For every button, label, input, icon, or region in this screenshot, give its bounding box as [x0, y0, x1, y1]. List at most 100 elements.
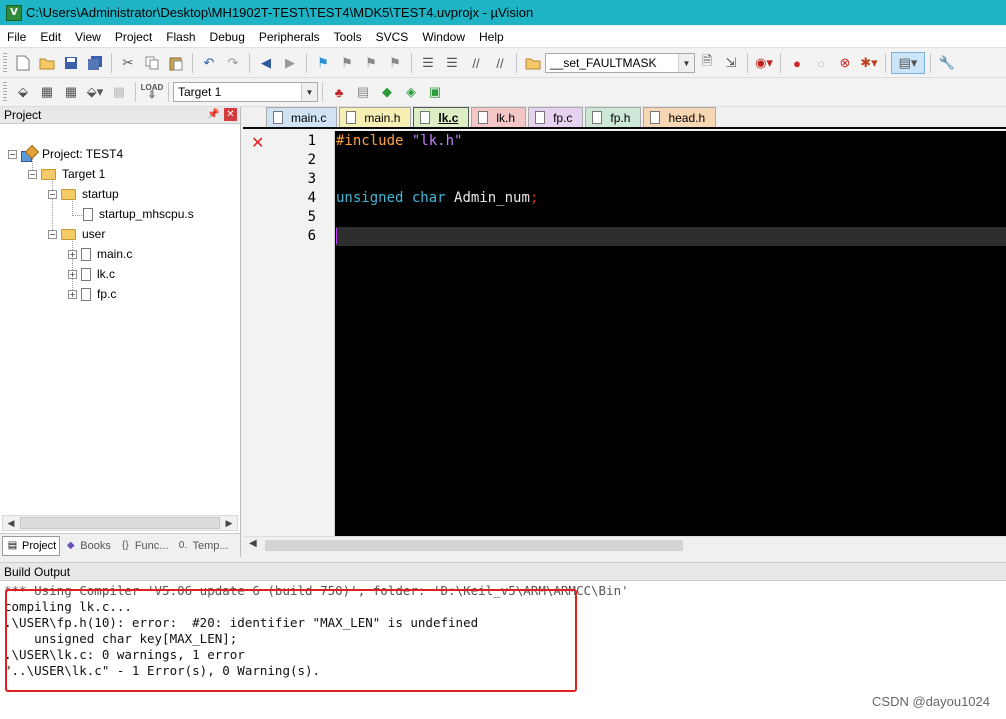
- tree-group-startup[interactable]: − startup: [48, 184, 119, 204]
- chevron-down-icon[interactable]: ▼: [678, 54, 694, 72]
- target-options-icon[interactable]: ♣: [328, 81, 350, 103]
- tab-lk-c[interactable]: lk.c: [413, 107, 470, 127]
- comment-icon[interactable]: //: [465, 52, 487, 74]
- batch-build-icon[interactable]: ⬙▾: [84, 81, 106, 103]
- chevron-down-icon[interactable]: ▼: [301, 83, 317, 101]
- menu-help[interactable]: Help: [472, 26, 511, 48]
- scroll-left-icon[interactable]: ◀: [3, 516, 19, 530]
- indent-icon[interactable]: ☰: [417, 52, 439, 74]
- stop-build-icon[interactable]: ▦: [108, 81, 130, 103]
- menu-peripherals[interactable]: Peripherals: [252, 26, 327, 48]
- kill-breakpoints-icon[interactable]: ✱▾: [858, 52, 880, 74]
- find-combo[interactable]: __set_FAULTMASK ▼: [545, 53, 695, 73]
- prev-bookmark-icon[interactable]: ⚑: [336, 52, 358, 74]
- tree-target[interactable]: − Target 1: [28, 164, 105, 184]
- tab-project[interactable]: ▤ Project: [2, 535, 61, 556]
- copy-icon[interactable]: [141, 52, 163, 74]
- clear-bookmarks-icon[interactable]: ⚑: [384, 52, 406, 74]
- build-output-pane[interactable]: *** Using Compiler 'V5.06 update 6 (buil…: [0, 581, 1006, 719]
- file-extensions-icon[interactable]: ▤: [352, 81, 374, 103]
- tab-books[interactable]: ◆ Books: [60, 536, 115, 556]
- tree-file-main-c[interactable]: + main.c: [68, 244, 132, 264]
- menu-window[interactable]: Window: [415, 26, 472, 48]
- menu-svcs[interactable]: SVCS: [369, 26, 416, 48]
- toolbar-separator: [322, 82, 323, 102]
- open-folder-icon[interactable]: [36, 52, 58, 74]
- scroll-left-icon[interactable]: ◀: [249, 538, 257, 549]
- pack-installer-icon[interactable]: ▣: [424, 81, 446, 103]
- cut-icon[interactable]: ✂: [117, 52, 139, 74]
- incremental-find-icon[interactable]: ⇲: [720, 52, 742, 74]
- scroll-thumb[interactable]: [265, 540, 683, 551]
- menu-flash[interactable]: Flash: [159, 26, 202, 48]
- editor-tabs: main.c main.h lk.c lk.h fp.c fp.h head.h: [243, 107, 1006, 129]
- menu-tools[interactable]: Tools: [327, 26, 369, 48]
- tab-lk-h[interactable]: lk.h: [471, 107, 527, 127]
- expand-toggle[interactable]: +: [68, 269, 77, 279]
- build-icon[interactable]: ▦: [36, 81, 58, 103]
- tab-templates[interactable]: 0. Temp...: [172, 536, 232, 556]
- new-file-icon[interactable]: [12, 52, 34, 74]
- tree-project-root[interactable]: − Project: TEST4: [8, 144, 123, 164]
- tab-functions[interactable]: {} Func...: [115, 536, 173, 556]
- close-icon[interactable]: ✕: [224, 108, 237, 121]
- collapse-toggle[interactable]: −: [8, 149, 17, 159]
- editor-hscrollbar[interactable]: ◀: [243, 536, 1006, 552]
- uncomment-icon[interactable]: //: [489, 52, 511, 74]
- tree-group-user[interactable]: − user: [48, 224, 105, 244]
- next-bookmark-icon[interactable]: ⚑: [360, 52, 382, 74]
- find-icon[interactable]: 🗎: [696, 52, 718, 74]
- expand-toggle[interactable]: +: [68, 289, 77, 299]
- line-number-gutter[interactable]: ✕ 1 2 3 4 5 6: [243, 131, 335, 536]
- tab-head-h[interactable]: head.h: [643, 107, 717, 127]
- download-load-icon[interactable]: LOAD ⇩: [141, 81, 164, 103]
- rebuild-icon[interactable]: ▦: [60, 81, 82, 103]
- translate-icon[interactable]: ⬙: [12, 81, 34, 103]
- paste-icon[interactable]: [165, 52, 187, 74]
- unindent-icon[interactable]: ☰: [441, 52, 463, 74]
- bookmark-icon[interactable]: ⚑: [312, 52, 334, 74]
- menu-project[interactable]: Project: [108, 26, 159, 48]
- toolbar-grip[interactable]: [3, 53, 7, 73]
- tab-fp-h[interactable]: fp.h: [585, 107, 642, 127]
- debug-session-icon[interactable]: ◉▾: [753, 52, 775, 74]
- collapse-toggle[interactable]: −: [28, 169, 37, 179]
- save-icon[interactable]: [60, 52, 82, 74]
- menu-debug[interactable]: Debug: [203, 26, 252, 48]
- navigate-back-icon[interactable]: ◀: [255, 52, 277, 74]
- collapse-toggle[interactable]: −: [48, 229, 57, 239]
- collapse-toggle[interactable]: −: [48, 189, 57, 199]
- tree-file-lk-c[interactable]: + lk.c: [68, 264, 115, 284]
- menu-edit[interactable]: Edit: [33, 26, 68, 48]
- toolbar-grip[interactable]: [3, 82, 7, 102]
- tab-main-h[interactable]: main.h: [339, 107, 412, 127]
- code-editor[interactable]: ✕ 1 2 3 4 5 6 #include "lk.h" unsigned c…: [243, 131, 1006, 536]
- scroll-right-icon[interactable]: ▶: [221, 516, 237, 530]
- select-packs-icon[interactable]: ◈: [400, 81, 422, 103]
- enable-breakpoint-icon[interactable]: ○: [810, 52, 832, 74]
- navigate-forward-icon[interactable]: ▶: [279, 52, 301, 74]
- pin-icon[interactable]: 📌: [207, 108, 220, 121]
- manage-components-icon[interactable]: ◆: [376, 81, 398, 103]
- scroll-thumb[interactable]: [20, 517, 220, 529]
- save-all-icon[interactable]: [84, 52, 106, 74]
- tab-main-c[interactable]: main.c: [266, 107, 338, 127]
- project-hscrollbar[interactable]: ◀ ▶: [2, 515, 238, 531]
- menu-view[interactable]: View: [68, 26, 108, 48]
- insert-breakpoint-icon[interactable]: ●: [786, 52, 808, 74]
- expand-toggle[interactable]: +: [68, 249, 77, 259]
- undo-icon[interactable]: ↶: [198, 52, 220, 74]
- configure-wrench-icon[interactable]: 🔧: [936, 52, 958, 74]
- target-select[interactable]: Target 1 ▼: [173, 82, 318, 102]
- file-icon: [273, 111, 283, 124]
- tab-fp-c[interactable]: fp.c: [528, 107, 584, 127]
- window-layout-icon[interactable]: ▤▾: [891, 52, 925, 74]
- identifier: Admin_num: [454, 190, 530, 206]
- tree-file-fp-c[interactable]: + fp.c: [68, 284, 116, 304]
- find-in-files-icon[interactable]: [522, 52, 544, 74]
- menu-file[interactable]: File: [0, 26, 33, 48]
- tree-file-startup[interactable]: startup_mhscpu.s: [83, 204, 194, 224]
- disable-breakpoints-icon[interactable]: ⊗: [834, 52, 856, 74]
- code-text-area[interactable]: #include "lk.h" unsigned char Admin_num;: [336, 131, 1006, 536]
- redo-icon[interactable]: ↷: [222, 52, 244, 74]
